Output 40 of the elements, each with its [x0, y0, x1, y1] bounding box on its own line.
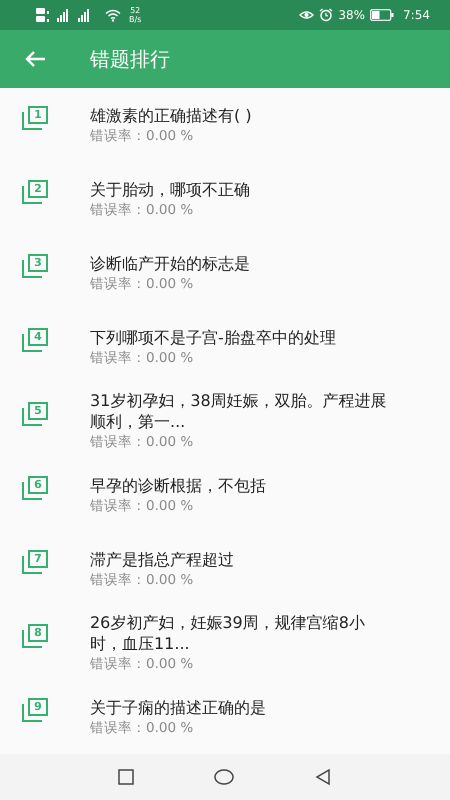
- page-title: 错题排行: [90, 46, 170, 72]
- question-title: 诊断临产开始的标志是: [90, 252, 251, 274]
- error-rate: 错误率：0.00 %: [90, 200, 194, 220]
- error-rate: 错误率：0.00 %: [90, 718, 194, 738]
- question-item[interactable]: 5 31岁初孕妇，38周妊娠，双胎。产程进展顺利，第一... 错误率：0.00 %: [0, 384, 450, 458]
- alarm-icon: [319, 8, 334, 22]
- question-title: 26岁初产妇，妊娠39周，规律宫缩8小时，血压11...: [90, 612, 366, 654]
- back-nav-icon[interactable]: [314, 768, 332, 786]
- eye-icon: [299, 9, 314, 21]
- question-title: 下列哪项不是子宫-胎盘卒中的处理: [90, 326, 337, 348]
- error-rate: 错误率：0.00 %: [90, 274, 194, 294]
- error-rate: 错误率：0.00 %: [90, 655, 194, 674]
- home-nav-icon[interactable]: [214, 769, 234, 785]
- battery-icon: [370, 9, 394, 21]
- question-item[interactable]: 7 滞产是指总产程超过 错误率：0.00 %: [0, 532, 450, 606]
- error-rate: 错误率：0.00 %: [90, 433, 194, 452]
- back-arrow-icon: [24, 50, 46, 68]
- question-item[interactable]: 6 早孕的诊断根据，不包括 错误率：0.00 %: [0, 458, 450, 532]
- error-rate: 错误率：0.00 %: [90, 126, 194, 146]
- question-title: 关于胎动，哪项不正确: [90, 178, 251, 200]
- question-title: 雄激素的正确描述有( ): [90, 104, 253, 126]
- question-item[interactable]: 1 雄激素的正确描述有( ) 错误率：0.00 %: [0, 88, 450, 162]
- question-item[interactable]: 2 关于胎动，哪项不正确 错误率：0.00 %: [0, 162, 450, 236]
- recents-nav-icon[interactable]: [118, 769, 134, 785]
- question-item[interactable]: 8 26岁初产妇，妊娠39周，规律宫缩8小时，血压11... 错误率：0.00 %: [0, 606, 450, 680]
- wifi-icon: [105, 8, 121, 22]
- battery-percent: 38%: [338, 8, 366, 22]
- question-item[interactable]: 9 关于子痫的描述正确的是 错误率：0.00 %: [0, 680, 450, 754]
- question-item[interactable]: 3 诊断临产开始的标志是 错误率：0.00 %: [0, 236, 450, 310]
- speed-unit: B/s: [129, 15, 142, 24]
- error-rate: 错误率：0.00 %: [90, 496, 194, 516]
- question-title: 31岁初孕妇，38周妊娠，双胎。产程进展顺利，第一...: [90, 390, 388, 432]
- question-title: 滞产是指总产程超过: [90, 548, 235, 570]
- question-item[interactable]: 4 下列哪项不是子宫-胎盘卒中的处理 错误率：0.00 %: [0, 310, 450, 384]
- clock: 7:54: [403, 8, 430, 22]
- error-rate: 错误率：0.00 %: [90, 570, 194, 590]
- question-title: 早孕的诊断根据，不包括: [90, 474, 267, 496]
- question-title: 关于子痫的描述正确的是: [90, 696, 267, 718]
- network-speed: 52: [130, 6, 140, 15]
- error-rate: 错误率：0.00 %: [90, 348, 194, 368]
